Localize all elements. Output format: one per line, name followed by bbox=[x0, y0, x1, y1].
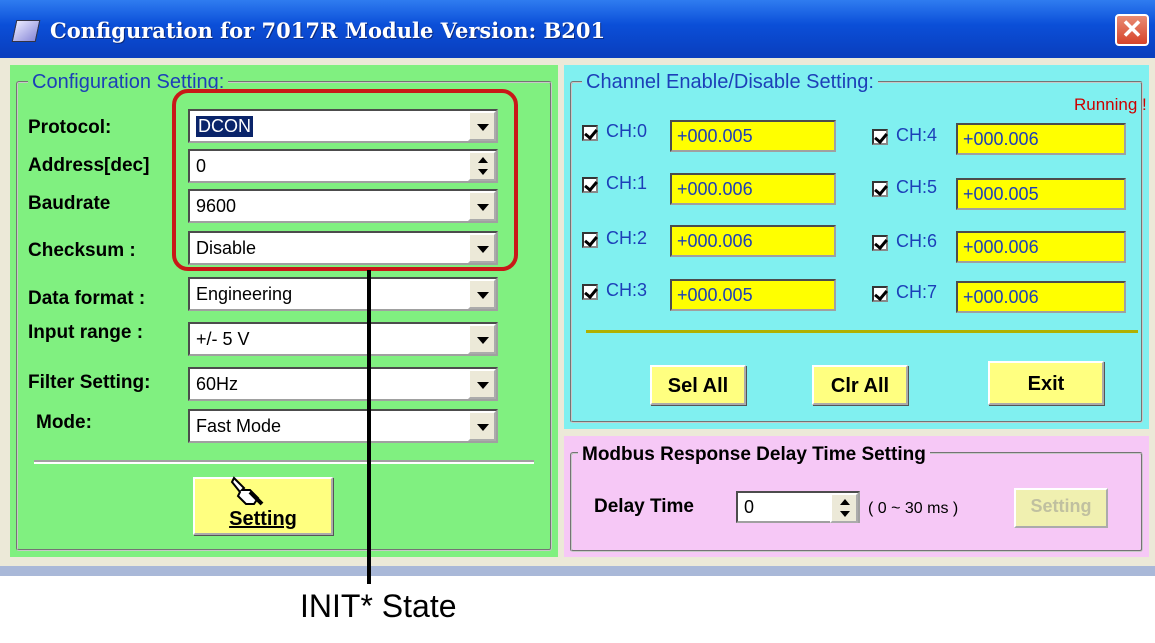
chevron-down-icon[interactable] bbox=[468, 369, 496, 399]
setting-button-label: Setting bbox=[229, 508, 297, 530]
ch7-label: CH:7 bbox=[896, 282, 938, 302]
mode-label: Mode: bbox=[36, 412, 92, 433]
ch0-value: +000.005 bbox=[670, 120, 836, 152]
init-state-annotation: INIT* State bbox=[300, 588, 457, 624]
ch0-checkbox[interactable] bbox=[582, 125, 598, 141]
window-title: Configuration for 7017R Module Version: … bbox=[50, 18, 606, 43]
sel-all-label: Sel All bbox=[667, 375, 729, 397]
ch2-checkbox[interactable] bbox=[582, 232, 598, 248]
ch6-label: CH:6 bbox=[896, 231, 938, 251]
ch6-checkbox[interactable] bbox=[872, 235, 888, 251]
divider bbox=[34, 460, 534, 464]
sel-all-button[interactable]: Sel All bbox=[650, 365, 746, 405]
config-window: Configuration for 7017R Module Version: … bbox=[0, 0, 1155, 576]
data-format-value: Engineering bbox=[196, 284, 293, 304]
ch4-value: +000.006 bbox=[956, 123, 1126, 155]
delay-setting-label: Setting bbox=[1030, 496, 1092, 516]
ch5-value: +000.005 bbox=[956, 178, 1126, 210]
title-bar[interactable]: Configuration for 7017R Module Version: … bbox=[0, 0, 1155, 58]
ch5-label: CH:5 bbox=[896, 177, 938, 197]
exit-label: Exit bbox=[1027, 373, 1065, 395]
channel-panel: Channel Enable/Disable Setting: Running … bbox=[564, 65, 1149, 429]
modbus-legend: Modbus Response Delay Time Setting bbox=[578, 444, 930, 466]
ch3-checkbox[interactable] bbox=[582, 284, 598, 300]
exit-button[interactable]: Exit bbox=[988, 361, 1104, 405]
mode-value: Fast Mode bbox=[196, 416, 282, 436]
address-label: Address[dec] bbox=[28, 155, 150, 176]
delay-time-label: Delay Time bbox=[594, 496, 694, 517]
ch2-value: +000.006 bbox=[670, 225, 836, 257]
delay-time-value: 0 bbox=[744, 497, 755, 517]
modbus-panel: Modbus Response Delay Time Setting Delay… bbox=[564, 436, 1149, 557]
ch0-label: CH:0 bbox=[606, 121, 648, 141]
delay-time-spinner[interactable]: 0 bbox=[736, 491, 860, 523]
ch6-value: +000.006 bbox=[956, 231, 1126, 263]
spin-updown-icon[interactable] bbox=[830, 493, 858, 523]
delay-range-note: ( 0 ~ 30 ms ) bbox=[868, 500, 959, 517]
ch7-value: +000.006 bbox=[956, 281, 1126, 313]
hand-cursor-icon bbox=[230, 476, 264, 506]
mode-select[interactable]: Fast Mode bbox=[188, 409, 498, 443]
data-format-select[interactable]: Engineering bbox=[188, 277, 498, 311]
delay-setting-button[interactable]: Setting bbox=[1014, 488, 1108, 528]
annotation-pointer-line bbox=[367, 270, 371, 584]
protocol-label: Protocol: bbox=[28, 117, 112, 138]
clr-all-button[interactable]: Clr All bbox=[812, 365, 908, 405]
ch7-checkbox[interactable] bbox=[872, 286, 888, 302]
ch4-label: CH:4 bbox=[896, 125, 938, 145]
data-format-label: Data format : bbox=[28, 288, 146, 309]
clr-all-label: Clr All bbox=[830, 375, 890, 397]
channel-legend: Channel Enable/Disable Setting: bbox=[582, 71, 878, 94]
chevron-down-icon[interactable] bbox=[468, 279, 496, 309]
ch1-label: CH:1 bbox=[606, 173, 648, 193]
ch2-label: CH:2 bbox=[606, 228, 648, 248]
filter-value: 60Hz bbox=[196, 374, 239, 394]
ch1-value: +000.006 bbox=[670, 173, 836, 205]
filter-label: Filter Setting: bbox=[28, 372, 151, 393]
init-highlight-box bbox=[172, 89, 518, 271]
app-icon bbox=[11, 20, 41, 42]
baudrate-label: Baudrate bbox=[28, 193, 111, 214]
close-icon[interactable]: ✕ bbox=[1115, 14, 1149, 46]
ch3-label: CH:3 bbox=[606, 280, 648, 300]
input-range-select[interactable]: +/- 5 V bbox=[188, 322, 498, 356]
checksum-label: Checksum : bbox=[28, 240, 136, 261]
input-range-value: +/- 5 V bbox=[196, 329, 250, 349]
ch4-checkbox[interactable] bbox=[872, 129, 888, 145]
ch1-checkbox[interactable] bbox=[582, 177, 598, 193]
running-status: Running ! bbox=[1074, 95, 1147, 114]
ch5-checkbox[interactable] bbox=[872, 181, 888, 197]
ch3-value: +000.005 bbox=[670, 279, 836, 311]
chevron-down-icon[interactable] bbox=[468, 324, 496, 354]
filter-select[interactable]: 60Hz bbox=[188, 367, 498, 401]
divider bbox=[586, 330, 1138, 333]
input-range-label: Input range : bbox=[28, 322, 144, 343]
window-bottom-edge bbox=[0, 566, 1155, 576]
chevron-down-icon[interactable] bbox=[468, 411, 496, 441]
